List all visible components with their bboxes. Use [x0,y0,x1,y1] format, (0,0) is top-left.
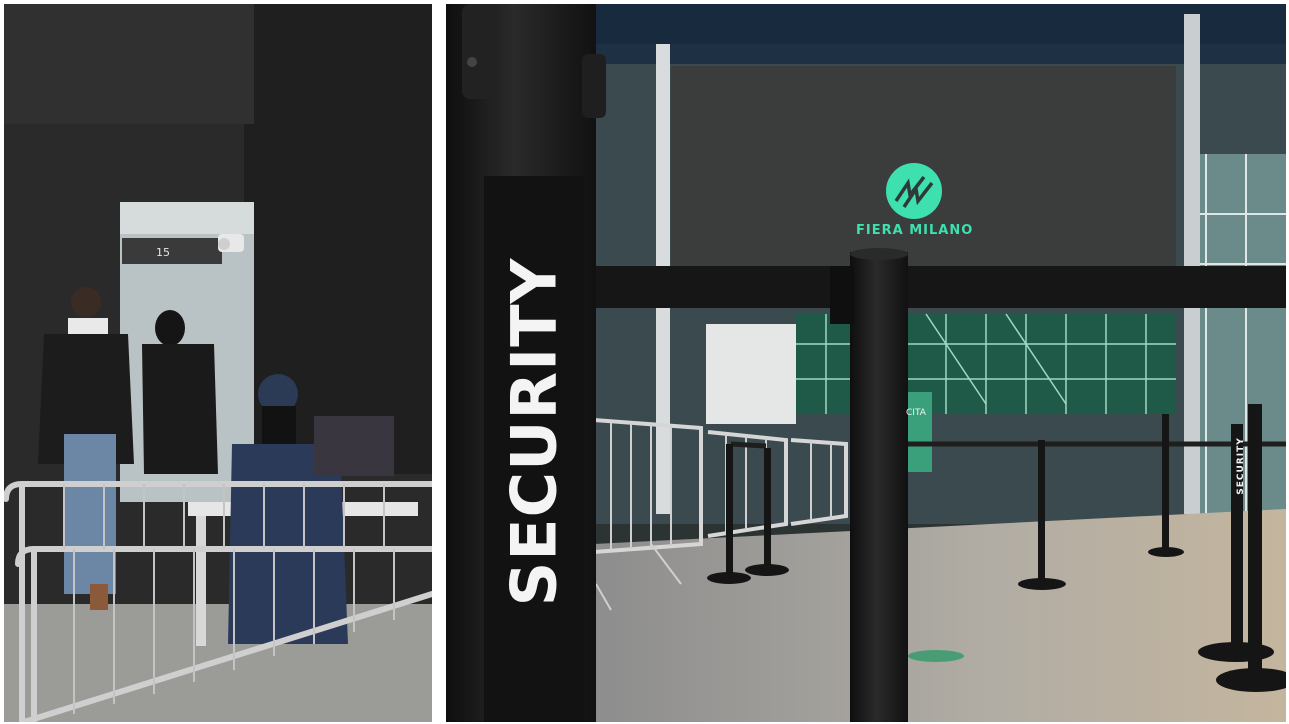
fiera-milano-logo-icon [886,163,942,219]
left-photo: 15 [4,4,432,722]
left-photo-scene [4,4,432,722]
right-photo-scene [446,4,1286,722]
gate-number: 15 [156,246,170,259]
small-pole-security-label: SECURITY [1236,437,1246,495]
right-photo: FIERA MILANO CITA SECURITY SECURITY [446,4,1286,722]
screen-logo-text: FIERA MILANO [856,223,974,238]
pole-security-label: SECURITY [497,257,571,607]
exit-sign-text: CITA [906,408,926,418]
